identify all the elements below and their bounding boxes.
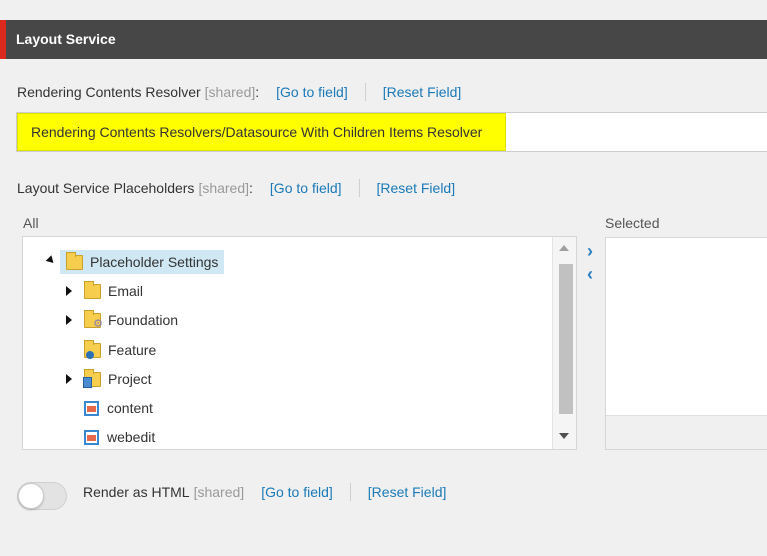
expand-arrow-icon[interactable] [66, 286, 72, 296]
selected-list-footer [606, 415, 767, 449]
placeholders-shared-tag: [shared] [198, 180, 250, 196]
render-as-html-toggle[interactable] [17, 482, 67, 510]
move-left-icon[interactable]: ‹ [587, 265, 599, 283]
folder-people-icon [84, 339, 101, 359]
resolver-field-label: Rendering Contents Resolver [17, 84, 201, 100]
folder-gear-icon [84, 309, 103, 330]
placeholders-field-label: Layout Service Placeholders [17, 180, 195, 196]
render-html-label: Render as HTML [83, 484, 190, 500]
folder-icon [66, 251, 83, 270]
tree-item-label: Foundation [108, 312, 179, 328]
tree-item-email[interactable]: Email [84, 279, 143, 303]
toggle-knob [18, 483, 44, 509]
selected-list-panel[interactable] [605, 237, 767, 450]
render-html-go-to-field-link[interactable]: [Go to field] [261, 484, 333, 500]
tree-item-label: Email [108, 283, 144, 299]
tree-item-feature[interactable]: Feature [84, 338, 156, 362]
folder-blue-icon [83, 368, 101, 388]
divider [349, 483, 351, 501]
divider [364, 83, 366, 101]
tree-item-content[interactable]: content [84, 396, 153, 420]
folder-icon [84, 280, 101, 299]
tree-item-label: webedit [107, 429, 156, 445]
section-header-layout-service[interactable]: Layout Service [0, 20, 767, 59]
section-title: Layout Service [16, 31, 116, 47]
resolver-reset-field-link[interactable]: [Reset Field] [383, 84, 462, 100]
placeholder-icon [84, 429, 99, 445]
placeholder-icon [84, 400, 99, 416]
tree-item-label: Placeholder Settings [90, 254, 219, 270]
resolver-colon: : [255, 84, 260, 100]
expand-arrow-icon[interactable] [66, 374, 72, 384]
tree-scrollbar[interactable] [552, 237, 576, 449]
resolver-field-label-row: Rendering Contents Resolver [shared]: [G… [17, 83, 461, 101]
tree-item-label: Feature [108, 342, 157, 358]
scroll-down-icon[interactable] [559, 433, 569, 439]
placeholders-colon: : [249, 180, 253, 196]
collapse-arrow-icon[interactable] [45, 255, 57, 266]
placeholders-reset-field-link[interactable]: [Reset Field] [377, 180, 456, 196]
selected-list-label: Selected [605, 215, 660, 231]
all-list-label: All [23, 215, 39, 231]
placeholders-field-label-row: Layout Service Placeholders [shared]: [G… [17, 179, 455, 197]
scroll-up-icon[interactable] [559, 245, 569, 251]
resolver-select[interactable]: Rendering Contents Resolvers/Datasource … [16, 112, 767, 152]
tree-item-project[interactable]: Project [83, 367, 152, 391]
move-right-icon[interactable]: › [587, 242, 599, 260]
tree-item-webedit[interactable]: webedit [84, 425, 155, 449]
expand-arrow-icon[interactable] [66, 315, 72, 325]
placeholders-go-to-field-link[interactable]: [Go to field] [270, 180, 342, 196]
tree-item-foundation[interactable]: Foundation [84, 308, 178, 332]
tree-item-placeholder-settings[interactable]: Placeholder Settings [60, 250, 225, 274]
all-tree-panel[interactable]: Placeholder Settings Email Foundation Fe… [22, 236, 577, 450]
resolver-go-to-field-link[interactable]: [Go to field] [276, 84, 348, 100]
scroll-thumb[interactable] [559, 264, 573, 414]
render-html-reset-field-link[interactable]: [Reset Field] [368, 484, 447, 500]
divider [358, 179, 360, 197]
resolver-value: Rendering Contents Resolvers/Datasource … [31, 124, 483, 140]
tree-item-label: Project [108, 371, 152, 387]
resolver-shared-tag: [shared] [204, 84, 256, 100]
render-html-shared-tag: [shared] [193, 484, 245, 500]
tree-item-label: content [107, 400, 153, 416]
render-html-label-row: Render as HTML [shared] [Go to field] [R… [83, 483, 446, 501]
